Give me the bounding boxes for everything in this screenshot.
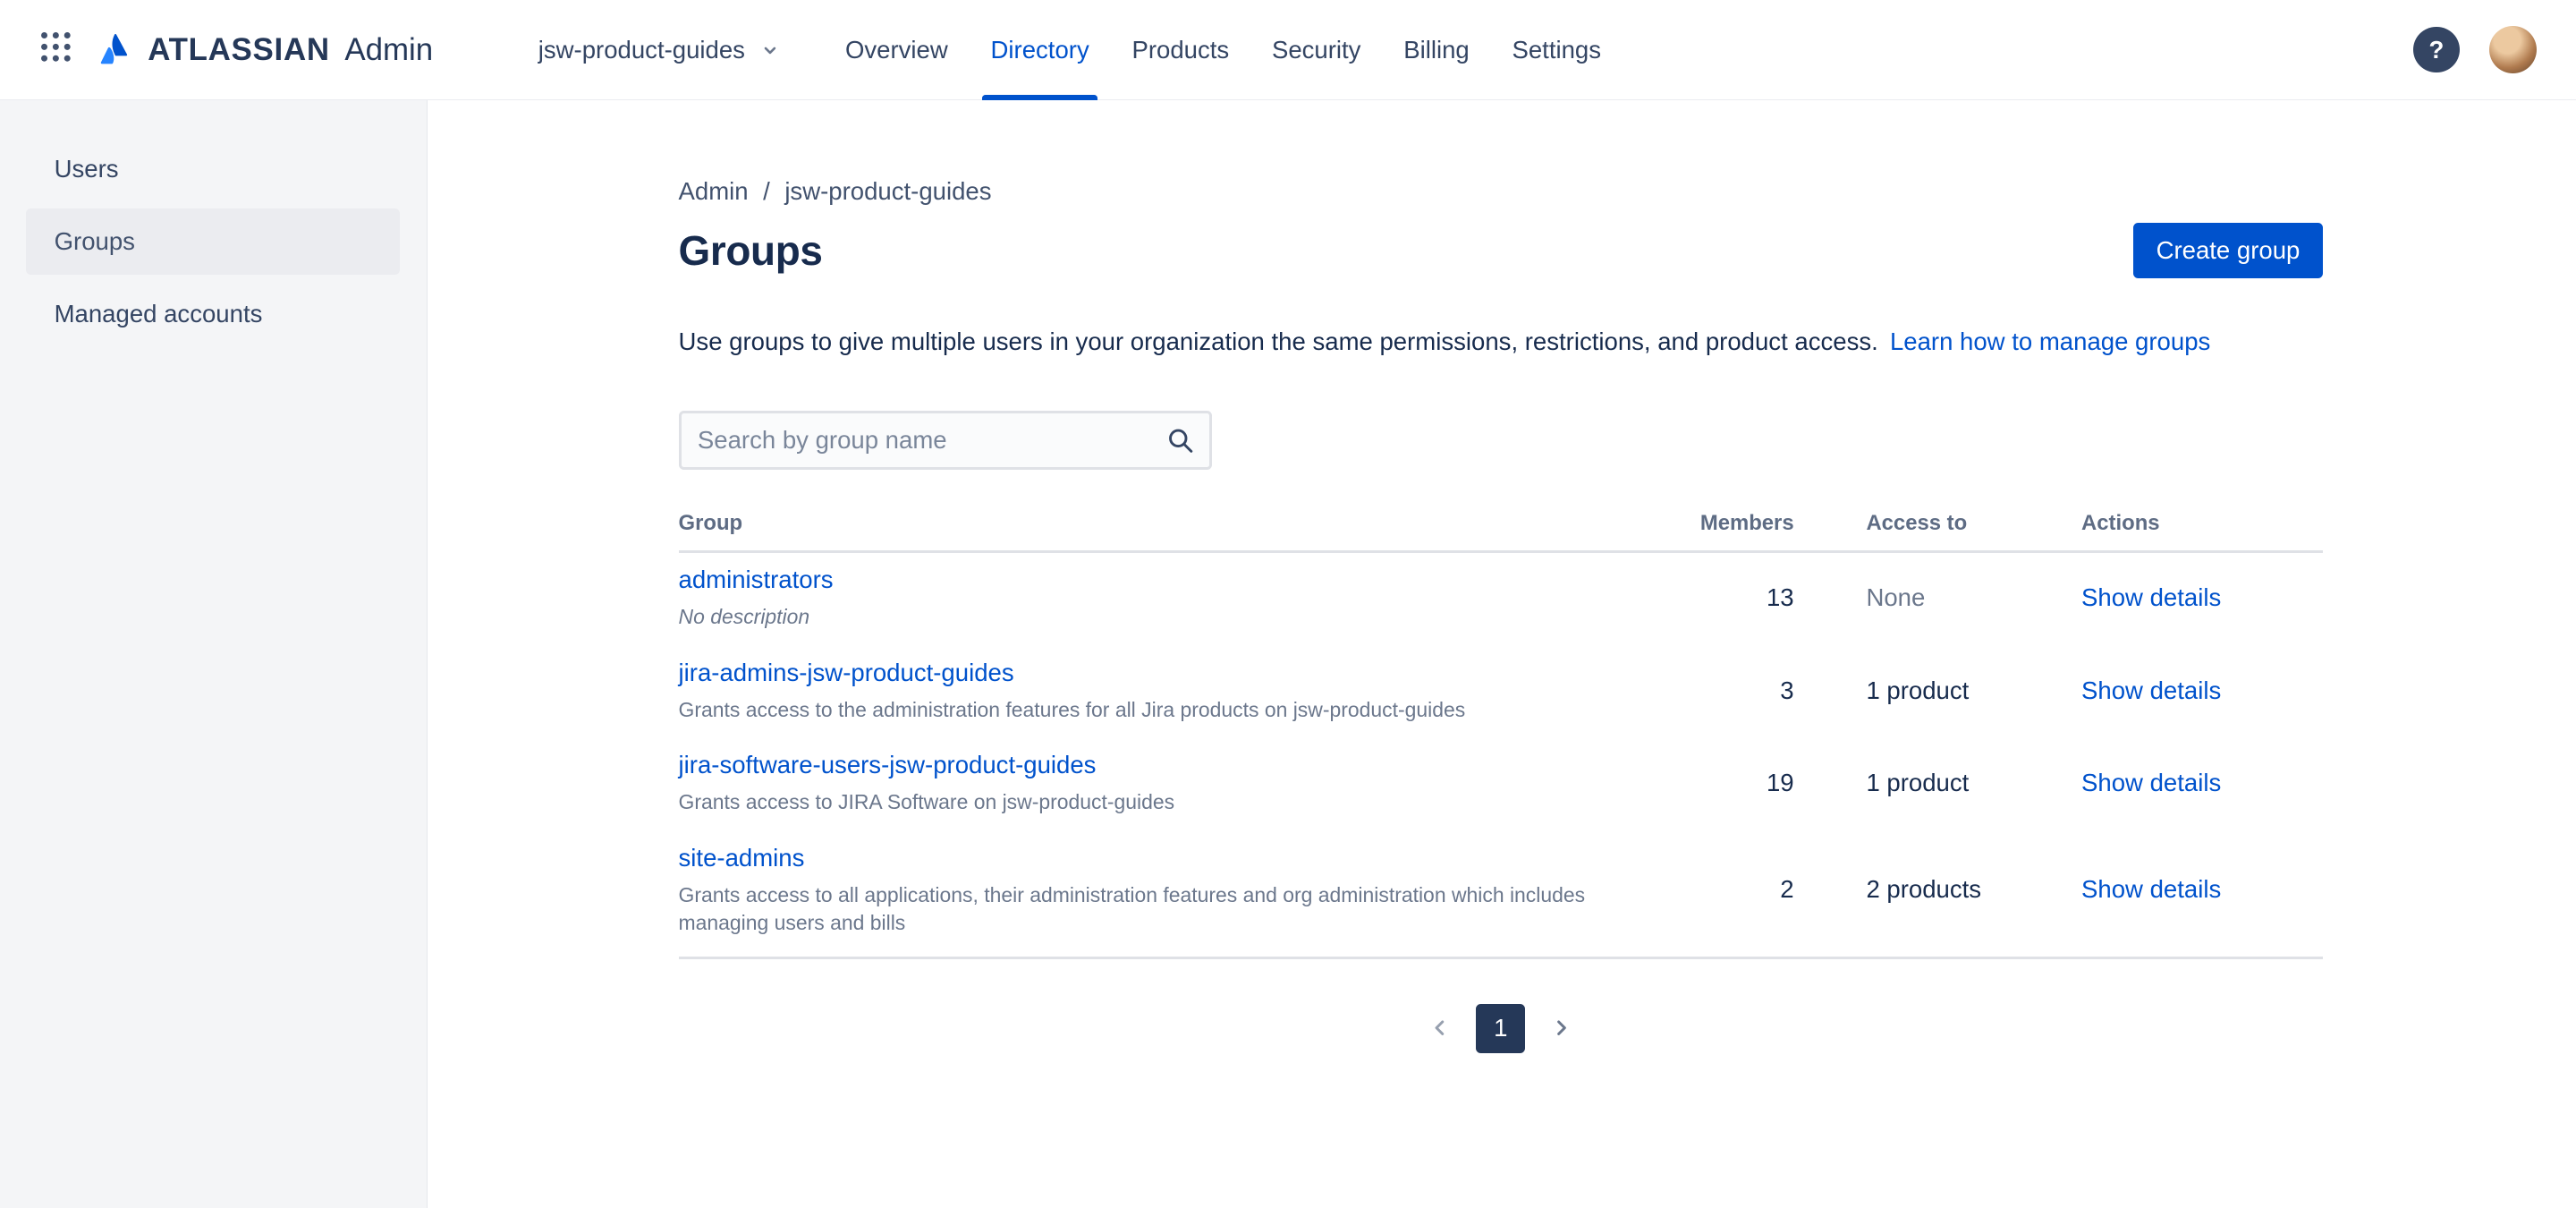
access-to-value: 1 product (1866, 769, 1970, 797)
members-count: 2 (1780, 875, 1794, 904)
search-input[interactable] (678, 410, 1213, 470)
help-button[interactable]: ? (2413, 26, 2460, 73)
group-search (678, 410, 1213, 470)
table-row: administrators No description 13 None Sh… (679, 553, 2324, 646)
sidebar-item-managed-accounts[interactable]: Managed accounts (26, 281, 400, 346)
show-details-link[interactable]: Show details (2081, 583, 2221, 611)
nav-item-security[interactable]: Security (1250, 0, 1382, 100)
breadcrumb-org-link[interactable]: jsw-product-guides (784, 177, 991, 206)
grid-icon (39, 30, 72, 70)
nav-item-products[interactable]: Products (1111, 0, 1250, 100)
page-title: Groups (678, 226, 823, 274)
primary-nav: Overview Directory Products Security Bil… (824, 0, 1623, 100)
topbar-right-controls: ? (2413, 25, 2537, 74)
nav-item-billing[interactable]: Billing (1382, 0, 1490, 100)
column-header-actions: Actions (2081, 510, 2160, 535)
intro-description: Use groups to give multiple users in you… (678, 328, 1878, 356)
top-navbar: ATLASSIAN Admin jsw-product-guides Overv… (0, 0, 2576, 101)
nav-item-settings[interactable]: Settings (1491, 0, 1623, 100)
directory-sidebar: Users Groups Managed accounts (0, 100, 428, 1208)
table-row: jira-admins-jsw-product-guides Grants ac… (679, 646, 2324, 739)
brand-product-label: Admin (344, 31, 434, 67)
sidebar-item-label: Groups (54, 226, 135, 255)
members-count: 3 (1780, 676, 1794, 704)
create-group-button[interactable]: Create group (2132, 222, 2324, 279)
table-row: jira-software-users-jsw-product-guides G… (679, 738, 2324, 831)
pagination-page-1-button[interactable]: 1 (1476, 1003, 1526, 1053)
show-details-link[interactable]: Show details (2081, 676, 2221, 704)
column-header-group: Group (678, 510, 743, 535)
column-header-access: Access to (1866, 510, 1968, 535)
brand-home-link[interactable]: ATLASSIAN Admin (98, 30, 433, 68)
question-mark-icon: ? (2428, 35, 2445, 64)
nav-item-directory[interactable]: Directory (970, 0, 1111, 100)
search-icon (1165, 424, 1196, 455)
group-description: No description (678, 605, 810, 629)
groups-table: Group Members Access to Actions administ… (678, 510, 2324, 959)
group-description: Grants access to the administration feat… (678, 697, 1466, 721)
members-count: 13 (1766, 583, 1794, 612)
pagination-prev-button[interactable] (1417, 1005, 1462, 1051)
breadcrumb-separator: / (763, 177, 770, 206)
breadcrumb-admin-link[interactable]: Admin (679, 177, 749, 206)
breadcrumb: Admin / jsw-product-guides (679, 177, 2324, 206)
atlassian-logo-icon (98, 30, 136, 68)
table-row: site-admins Grants access to all applica… (678, 831, 2324, 959)
pagination: 1 (679, 1003, 2324, 1053)
user-avatar[interactable] (2488, 25, 2537, 74)
group-description: Grants access to all applications, their… (678, 882, 1586, 934)
sidebar-item-groups[interactable]: Groups (26, 208, 401, 275)
chevron-left-icon (1427, 1015, 1453, 1041)
members-count: 19 (1766, 769, 1794, 797)
app-switcher-button[interactable] (33, 23, 79, 75)
nav-item-overview[interactable]: Overview (824, 0, 970, 100)
app-window: ATLASSIAN Admin jsw-product-guides Overv… (0, 0, 2576, 1208)
access-to-value: 1 product (1866, 676, 1970, 704)
main-panel: Admin / jsw-product-guides Groups Create… (427, 100, 2576, 1208)
group-name-link[interactable]: administrators (679, 566, 834, 593)
sidebar-item-label: Managed accounts (54, 299, 263, 328)
learn-manage-groups-link[interactable]: Learn how to manage groups (1890, 328, 2210, 355)
chevron-down-icon (759, 39, 781, 61)
group-description: Grants access to JIRA Software on jsw-pr… (678, 790, 1175, 814)
org-switcher[interactable]: jsw-product-guides (538, 36, 782, 64)
column-header-members: Members (1699, 510, 1794, 535)
group-name-link[interactable]: site-admins (679, 844, 805, 872)
access-to-value: None (1866, 583, 1926, 612)
pagination-next-button[interactable] (1538, 1005, 1584, 1051)
show-details-link[interactable]: Show details (2081, 875, 2221, 903)
chevron-right-icon (1548, 1015, 1574, 1041)
org-switcher-label: jsw-product-guides (538, 35, 745, 64)
table-header-row: Group Members Access to Actions (678, 510, 2324, 554)
brand-wordmark: ATLASSIAN (148, 31, 330, 67)
sidebar-item-label: Users (54, 155, 119, 183)
sidebar-item-users[interactable]: Users (26, 136, 400, 201)
intro-text: Use groups to give multiple users in you… (679, 328, 2324, 356)
show-details-link[interactable]: Show details (2081, 769, 2221, 796)
group-name-link[interactable]: jira-software-users-jsw-product-guides (679, 751, 1097, 778)
access-to-value: 2 products (1866, 875, 1982, 904)
group-name-link[interactable]: jira-admins-jsw-product-guides (679, 659, 1014, 686)
